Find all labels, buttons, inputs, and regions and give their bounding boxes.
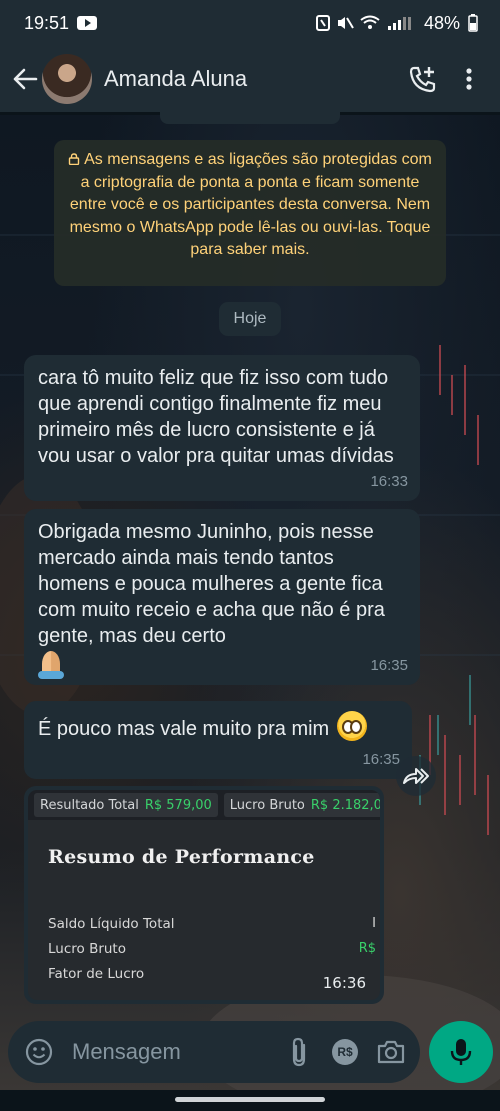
back-button[interactable] — [8, 67, 42, 91]
message-time: 16:33 — [370, 473, 408, 490]
message-input[interactable]: Mensagem — [72, 1039, 270, 1065]
folded-hands-emoji-icon — [38, 649, 64, 679]
message-time: 16:35 — [362, 751, 400, 768]
add-call-button[interactable] — [400, 56, 446, 102]
camera-button[interactable] — [374, 1035, 408, 1069]
chat-area[interactable]: As mensagens e as ligações são protegida… — [0, 112, 500, 1022]
emoji-icon — [25, 1038, 53, 1066]
performance-row: Lucro Bruto R$ — [48, 941, 376, 957]
home-gesture-handle[interactable] — [175, 1097, 325, 1102]
image-message[interactable]: Resultado Total R$ 579,00 Lucro Bruto R$… — [24, 786, 384, 1004]
message-time: 16:35 — [370, 657, 408, 674]
youtube-notification-icon — [77, 16, 98, 30]
encryption-notice[interactable]: As mensagens e as ligações são protegida… — [54, 140, 446, 286]
forward-icon — [403, 768, 429, 784]
message-text: Obrigada mesmo Juninho, pois nesse merca… — [38, 521, 385, 647]
status-bar: 19:51 48% — [0, 0, 500, 46]
message-composer: Mensagem R$ — [8, 1021, 420, 1083]
performance-title: Resumo de Performance — [48, 846, 315, 868]
battery-percent: 48% — [423, 12, 460, 33]
contact-name[interactable]: Amanda Aluna — [104, 66, 400, 92]
more-vert-icon — [466, 68, 472, 90]
performance-row: Saldo Líquido Total I — [48, 916, 376, 932]
signal-icon — [387, 17, 411, 30]
gross-profit-pill: Lucro Bruto R$ 2.182,0( — [223, 793, 380, 817]
back-arrow-icon — [13, 68, 38, 90]
attach-button[interactable] — [282, 1035, 316, 1069]
message-bubble[interactable]: cara tô muito feliz que fiz isso com tud… — [24, 355, 420, 501]
emoji-button[interactable] — [22, 1035, 56, 1069]
mic-icon — [450, 1039, 472, 1065]
payment-icon: R$ — [332, 1039, 358, 1065]
forward-button[interactable] — [396, 756, 436, 796]
previous-chip — [160, 112, 340, 124]
pleading-face-emoji-icon — [336, 711, 367, 741]
encryption-notice-text: As mensagens e as ligações são protegida… — [69, 151, 432, 258]
message-bubble[interactable]: Obrigada mesmo Juninho, pois nesse merca… — [24, 509, 420, 685]
camera-icon — [377, 1040, 405, 1064]
more-options-button[interactable] — [446, 56, 492, 102]
status-icons — [315, 15, 416, 31]
day-label: Hoje — [219, 302, 281, 336]
status-time: 19:51 — [24, 12, 70, 33]
add-call-icon — [409, 66, 436, 93]
avatar[interactable] — [42, 54, 92, 104]
chat-header: Amanda Aluna — [0, 46, 500, 112]
message-time: 16:36 — [322, 974, 366, 992]
voice-message-button[interactable] — [429, 1021, 493, 1083]
image-top-bar: Resultado Total R$ 579,00 Lucro Bruto R$… — [28, 790, 380, 820]
nfc-icon — [315, 15, 330, 31]
mute-icon — [337, 17, 354, 29]
lock-icon — [68, 153, 80, 165]
attach-icon — [292, 1037, 306, 1067]
message-text: cara tô muito feliz que fiz isso com tud… — [38, 367, 394, 467]
message-text: É pouco mas vale muito pra mim — [38, 718, 330, 740]
payment-button[interactable]: R$ — [328, 1035, 362, 1069]
performance-screenshot: Resultado Total R$ 579,00 Lucro Bruto R$… — [28, 790, 380, 1000]
battery-icon — [468, 14, 478, 32]
result-total-pill: Resultado Total R$ 579,00 — [34, 793, 218, 817]
message-bubble[interactable]: É pouco mas vale muito pra mim 16:35 — [24, 701, 412, 779]
wifi-icon — [360, 15, 380, 29]
